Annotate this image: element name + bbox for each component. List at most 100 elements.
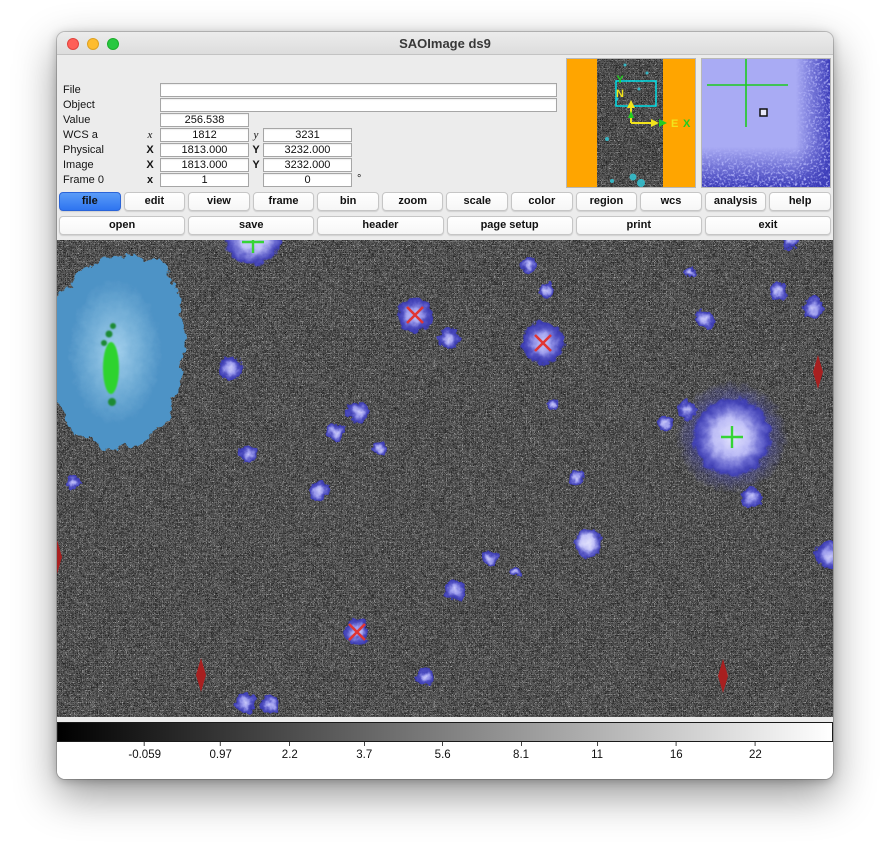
menu-help[interactable]: help xyxy=(769,192,831,211)
colorbar[interactable] xyxy=(57,722,833,742)
physical-x-label: X xyxy=(145,144,155,156)
physical-row: Physical X 1813.000 Y 3232.000 xyxy=(57,143,566,157)
tick-label: 16 xyxy=(670,749,683,761)
star xyxy=(438,328,460,350)
star xyxy=(66,475,80,489)
object-row: Object xyxy=(57,98,566,112)
star xyxy=(261,696,279,714)
menu-bar: file edit view frame bin zoom scale colo… xyxy=(57,192,833,212)
star xyxy=(347,401,369,423)
wcs-row: WCS a x 1812 y 3231 xyxy=(57,128,566,142)
frame-row: Frame 0 x 1 0 ° xyxy=(57,173,566,187)
image-display[interactable] xyxy=(57,240,833,717)
image-y-label: Y xyxy=(251,159,261,171)
wcs-label: WCS a xyxy=(63,129,98,141)
star xyxy=(568,470,584,486)
star xyxy=(509,566,521,578)
menu-scale[interactable]: scale xyxy=(446,192,508,211)
panner-panel[interactable]: Y N E X xyxy=(566,58,696,188)
file-row: File xyxy=(57,83,566,97)
star xyxy=(657,415,673,431)
wcs-x-field[interactable]: 1812 xyxy=(160,128,249,142)
menu-view[interactable]: view xyxy=(188,192,250,211)
magnifier-panel[interactable] xyxy=(701,58,831,188)
star xyxy=(695,309,715,329)
tick-mark xyxy=(144,742,145,746)
panner-y-label: Y xyxy=(616,74,624,86)
star xyxy=(684,266,696,278)
menu-color[interactable]: color xyxy=(511,192,573,211)
wcs-y-label: y xyxy=(251,129,261,141)
wcs-y-field[interactable]: 3231 xyxy=(263,128,352,142)
star xyxy=(239,445,257,463)
colorbar-scale: -0.059 0.97 2.2 3.7 5.6 8.1 11 16 22 xyxy=(57,742,833,779)
file-field[interactable] xyxy=(160,83,557,97)
frame-x-label: x xyxy=(145,174,155,186)
star xyxy=(309,481,329,501)
physical-x-field[interactable]: 1813.000 xyxy=(160,143,249,157)
physical-label: Physical xyxy=(63,144,104,156)
star xyxy=(547,399,559,411)
tick-mark xyxy=(521,742,522,746)
exit-button[interactable]: exit xyxy=(705,216,831,235)
star xyxy=(219,356,243,380)
degree-symbol: ° xyxy=(357,173,361,185)
star xyxy=(235,693,255,713)
value-field[interactable]: 256.538 xyxy=(160,113,249,127)
magnifier-cursor-box xyxy=(760,109,767,116)
star xyxy=(482,550,498,566)
tick-mark xyxy=(755,742,756,746)
menu-frame[interactable]: frame xyxy=(253,192,315,211)
star xyxy=(444,579,466,601)
desktop: SAOImage ds9 File Object Value 256.538 W… xyxy=(0,0,889,862)
frame-rotation-field[interactable]: 0 xyxy=(263,173,352,187)
tick-mark xyxy=(220,742,221,746)
object-label: Object xyxy=(63,99,95,111)
menu-bin[interactable]: bin xyxy=(317,192,379,211)
physical-y-field[interactable]: 3232.000 xyxy=(263,143,352,157)
menu-analysis[interactable]: analysis xyxy=(705,192,767,211)
tick-mark xyxy=(289,742,290,746)
image-x-field[interactable]: 1813.000 xyxy=(160,158,249,172)
star xyxy=(539,283,555,299)
star xyxy=(327,423,345,441)
print-button[interactable]: print xyxy=(576,216,702,235)
menu-wcs[interactable]: wcs xyxy=(640,192,702,211)
image-label: Image xyxy=(63,159,94,171)
header-button[interactable]: header xyxy=(317,216,443,235)
tick-label: 5.6 xyxy=(435,749,451,761)
value-label: Value xyxy=(63,114,90,126)
star xyxy=(740,486,762,508)
page-setup-button[interactable]: page setup xyxy=(447,216,573,235)
menu-edit[interactable]: edit xyxy=(124,192,186,211)
panner-e-label: E xyxy=(671,118,678,130)
panner-x-label: X xyxy=(683,118,691,130)
frame-label: Frame 0 xyxy=(63,174,104,186)
save-button[interactable]: save xyxy=(188,216,314,235)
window-title: SAOImage ds9 xyxy=(57,36,833,51)
tick-label: 22 xyxy=(749,749,762,761)
star xyxy=(802,297,824,319)
tick-label: 0.97 xyxy=(210,749,232,761)
titlebar[interactable]: SAOImage ds9 xyxy=(57,32,833,55)
wcs-x-label: x xyxy=(145,129,155,141)
object-field[interactable] xyxy=(160,98,557,112)
open-button[interactable]: open xyxy=(59,216,185,235)
menu-file[interactable]: file xyxy=(59,192,121,211)
image-row: Image X 1813.000 Y 3232.000 xyxy=(57,158,566,172)
panner-n-label: N xyxy=(616,88,624,100)
star xyxy=(416,668,434,686)
tick-mark xyxy=(597,742,598,746)
image-y-field[interactable]: 3232.000 xyxy=(263,158,352,172)
tick-label: 2.2 xyxy=(282,749,298,761)
frame-zoom-field[interactable]: 1 xyxy=(160,173,249,187)
file-label: File xyxy=(63,84,81,96)
menu-zoom[interactable]: zoom xyxy=(382,192,444,211)
file-submenu-bar: open save header page setup print exit xyxy=(57,216,833,236)
tick-label: 8.1 xyxy=(513,749,529,761)
tick-label: 11 xyxy=(591,749,603,761)
image-x-label: X xyxy=(145,159,155,171)
menu-region[interactable]: region xyxy=(576,192,638,211)
ds9-window: SAOImage ds9 File Object Value 256.538 W… xyxy=(57,32,833,779)
bright-extended-source xyxy=(57,254,186,449)
